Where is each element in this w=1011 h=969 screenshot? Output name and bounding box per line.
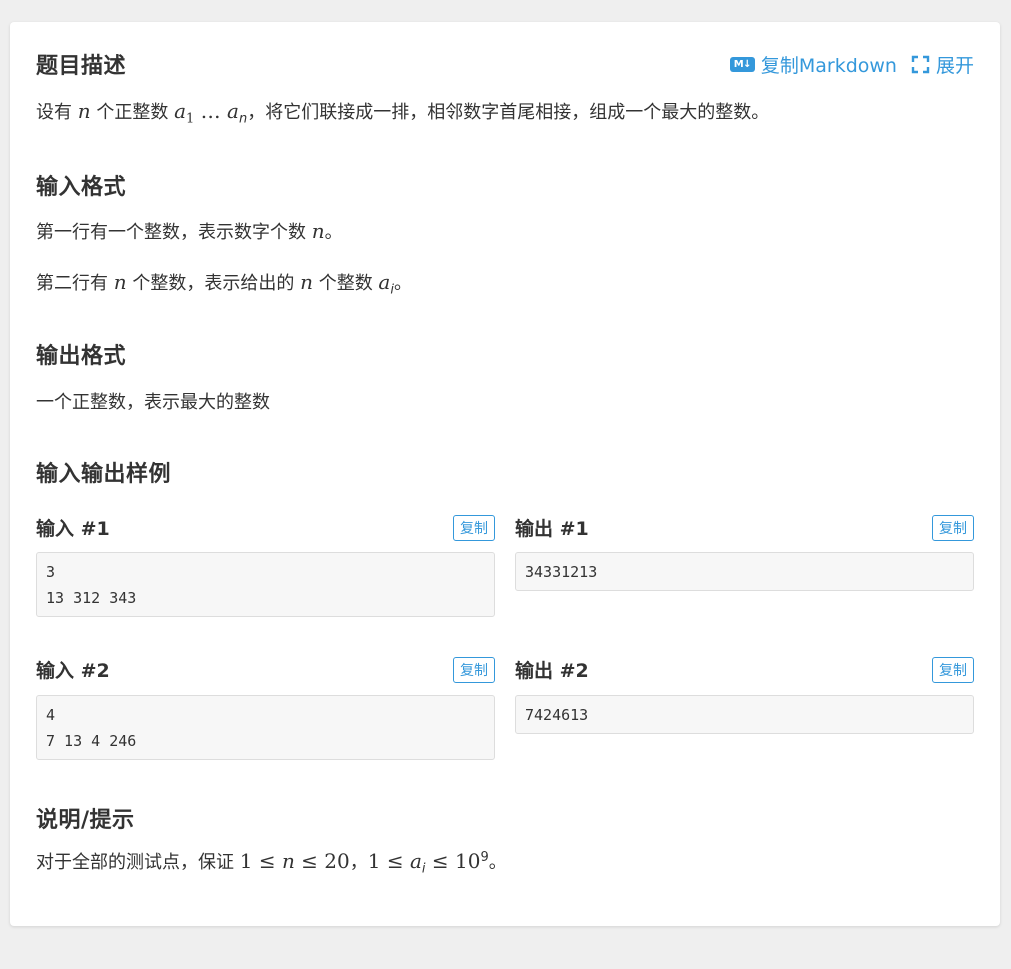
input2-title: 输入 #2 xyxy=(36,660,110,682)
copy-input1-button[interactable]: 复制 xyxy=(453,514,495,541)
input1-code: 3 13 312 343 xyxy=(36,552,495,617)
copy-input2-button[interactable]: 复制 xyxy=(453,656,495,683)
hint-text: 对于全部的测试点，保证 1 ≤ n ≤ 20，1 ≤ ai ≤ 109。 xyxy=(36,849,507,877)
input1-header: 输入 #1 复制 xyxy=(36,514,495,541)
copy-markdown-label: 复制Markdown xyxy=(760,55,897,77)
input1-title: 输入 #1 xyxy=(36,518,110,540)
expand-icon xyxy=(911,55,930,74)
copy-output1-button[interactable]: 复制 xyxy=(932,514,974,541)
input-format-heading: 输入格式 xyxy=(36,175,127,200)
output1-title: 输出 #1 xyxy=(515,518,589,540)
output-format-heading: 输出格式 xyxy=(36,344,127,369)
input-format-line2: 第二行有 n 个整数，表示给出的 n 个整数 ai。 xyxy=(36,270,412,298)
expand-label: 展开 xyxy=(935,55,974,77)
output1-header: 输出 #1 复制 xyxy=(515,514,974,541)
problem-card: 题目描述 M↓ 复制Markdown 展开 设有 n 个正整数 a1 … an，… xyxy=(10,22,1000,926)
output1-code: 34331213 xyxy=(515,552,974,591)
hint-heading: 说明/提示 xyxy=(36,808,135,833)
description-heading: 题目描述 xyxy=(36,54,127,79)
samples-heading: 输入输出样例 xyxy=(36,462,172,487)
description-text: 设有 n 个正整数 a1 … an，将它们联接成一排，相邻数字首尾相接，组成一个… xyxy=(36,99,770,127)
toolbar: M↓ 复制Markdown 展开 xyxy=(729,51,974,78)
input-format-line1: 第一行有一个整数，表示数字个数 n。 xyxy=(36,219,343,243)
copy-markdown-button[interactable]: M↓ 复制Markdown xyxy=(729,51,897,78)
output2-code: 7424613 xyxy=(515,695,974,734)
output2-title: 输出 #2 xyxy=(515,660,589,682)
output2-header: 输出 #2 复制 xyxy=(515,656,974,683)
expand-button[interactable]: 展开 xyxy=(911,51,974,78)
input2-code: 4 7 13 4 246 xyxy=(36,695,495,760)
output-format-line1: 一个正整数，表示最大的整数 xyxy=(36,392,270,413)
copy-output2-button[interactable]: 复制 xyxy=(932,656,974,683)
input2-header: 输入 #2 复制 xyxy=(36,656,495,683)
markdown-icon: M↓ xyxy=(729,57,755,72)
